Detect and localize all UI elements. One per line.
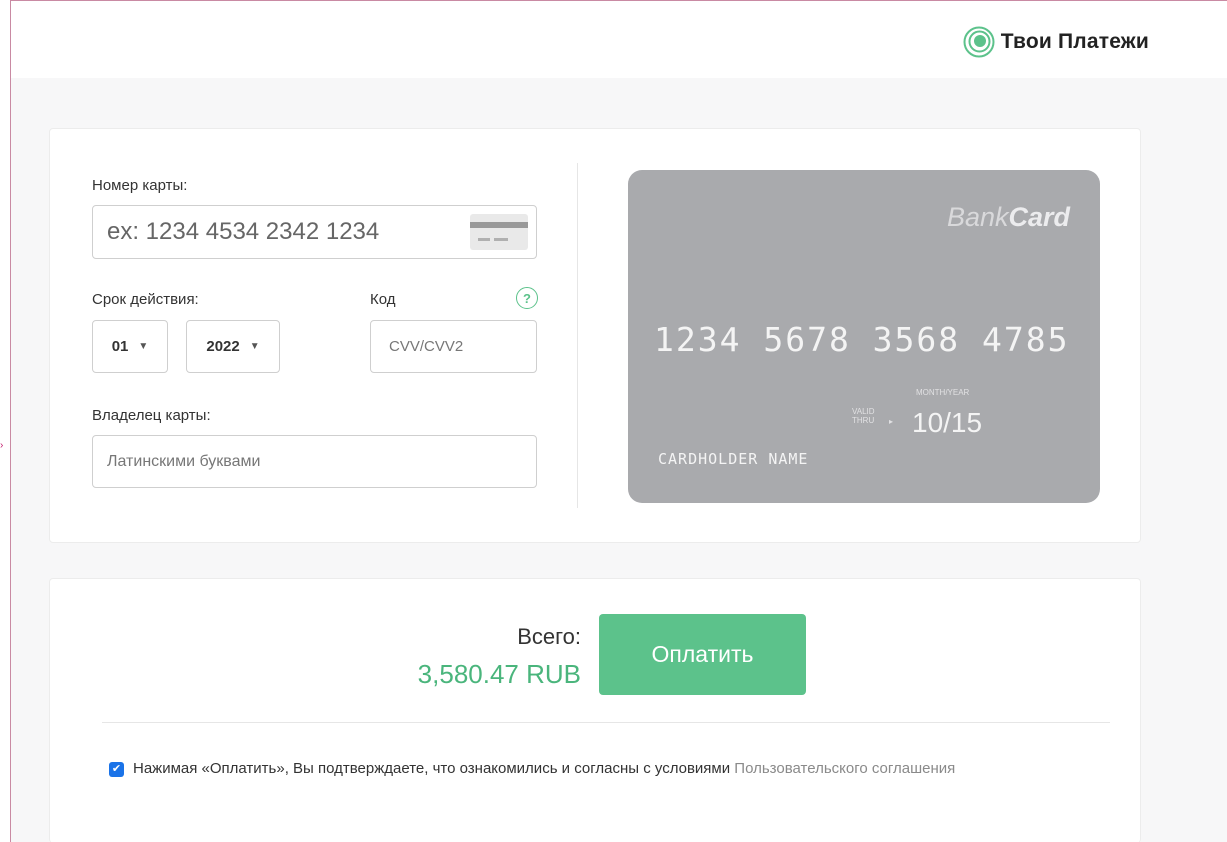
valid-line-2: THRU [852, 416, 875, 425]
cvv-input[interactable]: CVV/CVV2 [370, 320, 537, 373]
cardholder-input[interactable]: Латинскими буквами [92, 435, 537, 488]
pay-button[interactable]: Оплатить [599, 614, 806, 695]
card-preview-holder: CARDHOLDER NAME [658, 450, 809, 468]
expiry-month-select[interactable]: 01 ▼ [92, 320, 168, 373]
card-month-year-label: MONTH/YEAR [916, 388, 970, 397]
cvv-label: Код [370, 291, 396, 308]
cvv-placeholder: CVV/CVV2 [389, 338, 464, 355]
card-preview-number: 1234 5678 3568 4785 [654, 320, 1070, 359]
vertical-divider [577, 163, 578, 508]
expiry-month-value: 01 [111, 338, 129, 355]
card-preview: BankCard 1234 5678 3568 4785 MONTH/YEAR … [628, 170, 1100, 503]
user-agreement-link[interactable]: Пользовательского соглашения [734, 760, 955, 777]
logo[interactable]: Твои Платежи [963, 26, 1149, 58]
cardholder-label: Владелец карты: [92, 407, 211, 424]
expiry-year-select[interactable]: 2022 ▼ [186, 320, 280, 373]
total-amount: 3,580.47 RUB [417, 659, 581, 689]
cardholder-placeholder: Латинскими буквами [107, 452, 261, 470]
consent-row: ✔ Нажимая «Оплатить», Вы подтверждаете, ч… [109, 756, 1029, 781]
card-valid-thru-label: VALID THRU [852, 407, 875, 425]
card-preview-expiry: 10/15 [912, 407, 983, 438]
horizontal-divider [102, 722, 1110, 723]
logo-text: Твои Платежи [1000, 30, 1149, 53]
concentric-circles-icon [963, 26, 995, 58]
help-icon[interactable]: ? [516, 287, 538, 309]
edge-marker-icon: › [0, 440, 4, 451]
header: Твои Платежи [11, 1, 1227, 78]
card-details-panel: Номер карты: ex: 1234 4534 2342 1234 Сро… [49, 128, 1141, 543]
expiry-label: Срок действия: [92, 291, 199, 308]
expiry-year-value: 2022 [206, 338, 240, 355]
valid-line-1: VALID [852, 407, 875, 416]
triangle-right-icon: ▸ [889, 417, 894, 426]
card-number-placeholder: ex: 1234 4534 2342 1234 [107, 218, 380, 245]
consent-checkbox[interactable]: ✔ [109, 762, 124, 777]
page-frame: Твои Платежи Номер карты: ex: 1234 4534 … [10, 0, 1227, 842]
card-number-input[interactable]: ex: 1234 4534 2342 1234 [92, 205, 537, 259]
payment-panel: Всего: 3,580.47 RUB Оплатить ✔ Нажимая «О… [49, 578, 1141, 842]
card-brand-bold: Card [1008, 202, 1070, 232]
card-number-label: Номер карты: [92, 177, 188, 194]
consent-text: Нажимая «Оплатить», Вы подтверждаете, чт… [133, 760, 731, 777]
caret-down-icon: ▼ [249, 341, 260, 352]
card-brand-regular: Bank [946, 202, 1009, 232]
caret-down-icon: ▼ [138, 341, 149, 352]
total-label: Всего: [517, 624, 581, 649]
credit-card-icon [470, 214, 528, 250]
card-brand: BankCard [947, 202, 1070, 233]
